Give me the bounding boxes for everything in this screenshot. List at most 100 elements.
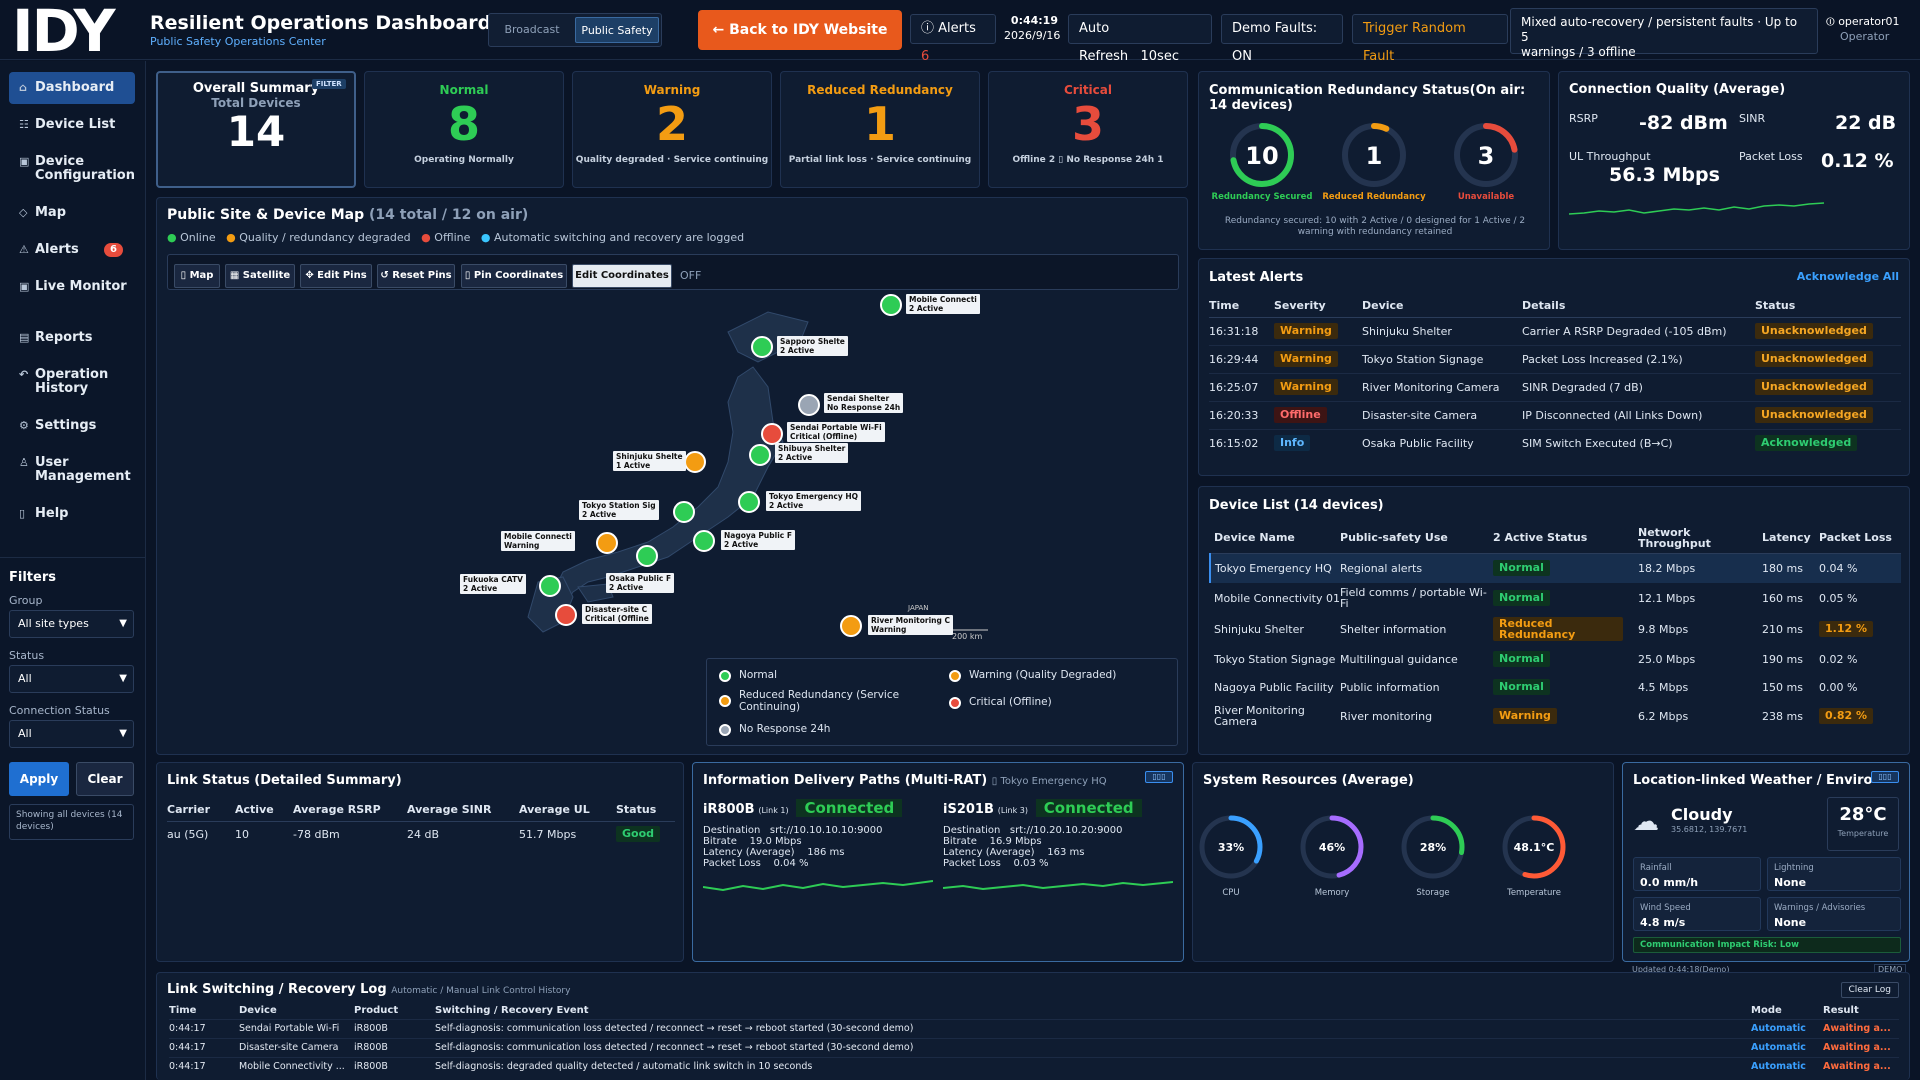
- table-row[interactable]: 16:29:44 Warning Tokyo Station Signage Pack…: [1209, 345, 1901, 373]
- connection-status-label: Connection Status: [9, 704, 110, 717]
- log-mode: Automatic: [1751, 1018, 1823, 1038]
- table-row[interactable]: 16:20:33 Offline Disaster-site Camera IP Di…: [1209, 401, 1901, 429]
- table-row[interactable]: Tokyo Station Signage Multilingual guidan…: [1210, 645, 1901, 673]
- table-row[interactable]: 16:31:18 Warning Shinjuku Shelter Carrier A…: [1209, 317, 1901, 345]
- device-throughput: 12.1 Mbps: [1638, 591, 1696, 605]
- link-status-title: Link Status (Detailed Summary): [167, 773, 402, 788]
- table-row[interactable]: 0:44:17 Mobile Connectivity ... iR800B Self…: [169, 1056, 1899, 1076]
- table-row[interactable]: au (5G) 10 -78 dBm 24 dB 51.7 Mbps Good: [167, 821, 675, 847]
- warning-card: Warning 2 Quality degraded · Service conti…: [572, 71, 772, 188]
- log-time: 0:44:17: [169, 1056, 239, 1076]
- toggle-icon[interactable]: ▯▯▯: [1145, 771, 1173, 783]
- table-row[interactable]: Tokyo Emergency HQ Regional alerts Normal 1…: [1210, 553, 1901, 583]
- sidebar-item-help[interactable]: ▯ Help: [9, 507, 135, 521]
- pin-tokyo-emergency-hq[interactable]: [738, 491, 760, 513]
- map-view-button[interactable]: ▯ Map: [174, 264, 220, 288]
- table-row[interactable]: Shinjuku Shelter Shelter information Reduc…: [1210, 613, 1901, 645]
- trigger-fault-button[interactable]: Trigger Random Fault: [1352, 14, 1508, 64]
- group-label: Group: [9, 594, 43, 607]
- list-icon: ☷: [19, 118, 29, 131]
- pin-disaster-site-camera[interactable]: [555, 604, 577, 626]
- user-menu[interactable]: ⏼ operator01: [1826, 15, 1900, 29]
- table-row[interactable]: 0:44:17 Disaster-site Camera iR800B Self-di…: [169, 1037, 1899, 1057]
- pin-sapporo-shelter[interactable]: [751, 336, 773, 358]
- auto-refresh-control[interactable]: Auto Refresh 10sec: [1068, 14, 1212, 64]
- connection-status-select[interactable]: All ▼: [9, 720, 134, 748]
- alert-details: IP Disconnected (All Links Down): [1522, 408, 1703, 422]
- sidebar-item-label: Alerts: [35, 242, 79, 257]
- pin-shibuya-shelter[interactable]: [749, 444, 771, 466]
- pin-label: Shibuya Shelter 2 Active: [775, 443, 849, 463]
- sidebar-item-device-list[interactable]: ☷ Device List: [9, 118, 135, 132]
- pin-sendai-portable-wifi[interactable]: [761, 423, 783, 445]
- reset-pins-button[interactable]: ↺ Reset Pins: [377, 264, 455, 288]
- table-row[interactable]: 0:44:17 Sendai Portable Wi-Fi iR800B Self-d…: [169, 1018, 1899, 1038]
- status-badge[interactable]: Unacknowledged: [1755, 323, 1873, 339]
- sidebar-item-user-management[interactable]: ♙ User Management: [9, 456, 135, 484]
- pin-fukuoka-catv[interactable]: [539, 575, 561, 597]
- status-badge[interactable]: Unacknowledged: [1755, 351, 1873, 367]
- sidebar-item-settings[interactable]: ⚙ Settings: [9, 419, 135, 433]
- avg-ul: 51.7 Mbps: [519, 827, 577, 841]
- pin-mobile-connectivity-warning[interactable]: [596, 532, 618, 554]
- log-mode: Automatic: [1751, 1056, 1823, 1076]
- toggle-icon[interactable]: ▯▯▯: [1871, 771, 1899, 783]
- mode-broadcast-button[interactable]: Broadcast: [493, 17, 571, 43]
- table-row[interactable]: Mobile Connectivity 01 Field comms / port…: [1210, 583, 1901, 613]
- alerts-button[interactable]: ⓘ Alerts 6: [910, 14, 996, 64]
- sidebar-item-reports[interactable]: ▤ Reports: [9, 331, 135, 345]
- log-device: Mobile Connectivity ...: [239, 1056, 354, 1076]
- pin-tokyo-station-signage[interactable]: [673, 501, 695, 523]
- table-row[interactable]: 16:15:02 Info Osaka Public Facility SIM Swi…: [1209, 429, 1901, 457]
- pin-nagoya-public-facility[interactable]: [693, 530, 715, 552]
- quality-title: Connection Quality (Average): [1569, 82, 1786, 97]
- lightning-box: Lightning None: [1767, 857, 1901, 891]
- pin-coordinates-button[interactable]: ▯ Pin Coordinates: [461, 264, 567, 288]
- back-to-website-button[interactable]: ← Back to IDY Website: [698, 10, 902, 50]
- table-row[interactable]: River Monitoring Camera River monitoring W…: [1210, 701, 1901, 731]
- clear-log-button[interactable]: Clear Log: [1840, 982, 1899, 998]
- acknowledge-all-button[interactable]: Acknowledge All: [1797, 270, 1899, 283]
- sidebar-item-alerts[interactable]: ⚠ Alerts 6: [9, 243, 135, 257]
- edit-pins-button[interactable]: ✥ Edit Pins: [300, 264, 372, 288]
- table-row[interactable]: 16:25:07 Warning River Monitoring Camera SI…: [1209, 373, 1901, 401]
- device-list-panel: Device List (14 devices) Device Name Publ…: [1198, 486, 1910, 755]
- col-device-name: Device Name: [1214, 531, 1295, 545]
- apply-button[interactable]: Apply: [9, 762, 69, 796]
- edit-coordinates-button[interactable]: Edit Coordinates: [572, 264, 672, 288]
- status-badge[interactable]: Unacknowledged: [1755, 407, 1873, 423]
- sidebar-item-device-configuration[interactable]: ▣ Device Configuration: [9, 155, 135, 183]
- online-dot-icon: ●: [167, 231, 177, 244]
- pin-mobile-connectivity-01[interactable]: [880, 294, 902, 316]
- pin-shinjuku-shelter[interactable]: [684, 451, 706, 473]
- rainfall-box: Rainfall 0.0 mm/h: [1633, 857, 1761, 891]
- home-icon: ⌂: [19, 81, 27, 94]
- pin-river-monitoring-camera[interactable]: [840, 615, 862, 637]
- pin-sendai-shelter[interactable]: [798, 394, 820, 416]
- table-row[interactable]: Nagoya Public Facility Public information…: [1210, 673, 1901, 701]
- device-use: Multilingual guidance: [1340, 652, 1458, 666]
- page-title: Resilient Operations Dashboard: [150, 12, 492, 34]
- link-2-sparkline: [942, 881, 1174, 891]
- resource-gauge-label: Memory: [1315, 888, 1350, 898]
- cloud-icon: ☁: [1633, 807, 1659, 837]
- group-select[interactable]: All site types ▼: [9, 610, 134, 638]
- device-list-title: Device List (14 devices): [1209, 498, 1384, 513]
- pin-osaka-public-facility[interactable]: [636, 545, 658, 567]
- log-event: Self-diagnosis: communication loss detec…: [435, 1037, 1751, 1057]
- status-select[interactable]: All ▼: [9, 665, 134, 693]
- redundancy-panel: Communication Redundancy Status(On air: …: [1198, 71, 1550, 250]
- satellite-view-button[interactable]: ▦ Satellite: [225, 264, 295, 288]
- sidebar-item-operation-history[interactable]: ↶ Operation History: [9, 368, 135, 396]
- sidebar-item-map[interactable]: ◇ Map: [9, 206, 135, 220]
- connection-status-value: All: [18, 727, 32, 740]
- resource-gauges: 33% CPU 46% Memory 28% Storage 48.1°C Temperatu…: [1199, 815, 1566, 898]
- mode-public-safety-button[interactable]: Public Safety: [575, 17, 659, 43]
- sidebar-item-live-monitor[interactable]: ▣ Live Monitor: [9, 280, 135, 294]
- status-badge[interactable]: Acknowledged: [1755, 435, 1858, 452]
- clear-button[interactable]: Clear: [76, 762, 134, 796]
- demo-faults-toggle[interactable]: Demo Faults: ON: [1221, 14, 1343, 64]
- sidebar-item-dashboard[interactable]: ⌂ Dashboard: [9, 72, 135, 104]
- status-badge[interactable]: Unacknowledged: [1755, 379, 1873, 395]
- resource-gauge-label: Temperature: [1506, 888, 1561, 898]
